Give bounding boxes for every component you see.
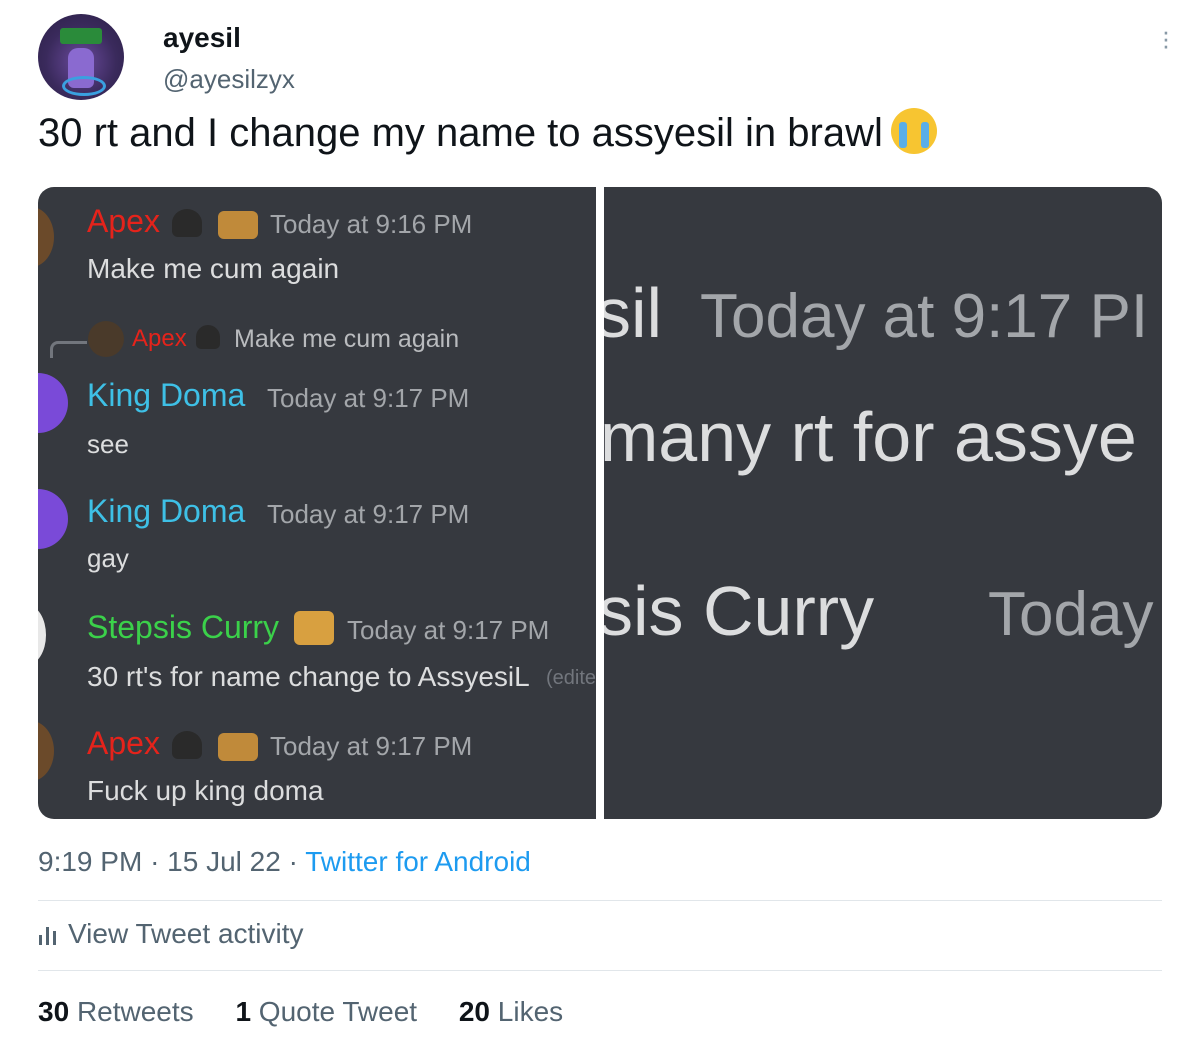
edited-marker: (edite	[546, 667, 596, 689]
tweet-text-content: 30 rt and I change my name to assyesil i…	[38, 111, 883, 155]
laughing-dog-emoji-icon	[294, 611, 334, 645]
author-name[interactable]: ayesil	[163, 22, 241, 54]
apex-avatar	[38, 721, 54, 781]
king-doma-avatar	[38, 373, 68, 433]
message-timestamp: Today at 9:17 PM	[347, 615, 550, 645]
message-username: Stepsis Curry	[87, 609, 280, 645]
message-timestamp: Today at 9:17 PM	[267, 499, 470, 529]
tweet-meta: 9:19 PM · 15 Jul 22 · Twitter for Androi…	[38, 846, 531, 877]
zoomed-username: sil	[604, 274, 663, 352]
reply-username: Apex	[132, 325, 187, 352]
zoomed-timestamp: Today	[988, 580, 1154, 649]
message-text: gay	[87, 543, 129, 573]
message-username: Apex	[87, 725, 160, 761]
zoomed-username: sis Curry	[604, 572, 875, 650]
more-options-icon[interactable]: · · ·	[1160, 18, 1172, 58]
reply-text: Make me cum again	[234, 325, 460, 353]
analytics-bars-icon	[38, 923, 58, 945]
reply-connector	[50, 341, 87, 358]
zoomed-message: many rt for assye	[604, 398, 1137, 476]
dog-emoji-icon	[218, 733, 258, 761]
discord-screenshot-right[interactable]: sil Today at 9:17 PI many rt for assye s…	[604, 187, 1162, 819]
likes-stat[interactable]: 20 Likes	[459, 996, 563, 1027]
king-doma-avatar	[38, 489, 68, 549]
stepsis-curry-avatar	[38, 605, 46, 665]
ninja-emoji-icon	[172, 209, 202, 237]
reply-avatar	[88, 321, 124, 357]
message-timestamp: Today at 9:17 PM	[267, 383, 470, 413]
avatar-badge	[60, 28, 102, 44]
dog-emoji-icon	[218, 211, 258, 239]
message-username: King Doma	[87, 377, 246, 413]
message-timestamp: Today at 9:17 PM	[270, 731, 473, 761]
tweet-date[interactable]: 15 Jul 22	[167, 846, 281, 877]
quote-tweets-stat[interactable]: 1 Quote Tweet	[235, 996, 417, 1027]
tweet-media[interactable]: Apex Today at 9:16 PM Make me cum again …	[38, 187, 1162, 819]
message-text: Fuck up king doma	[87, 775, 324, 806]
ninja-emoji-icon	[196, 325, 220, 349]
retweets-stat[interactable]: 30 Retweets	[38, 996, 194, 1027]
zoomed-timestamp: Today at 9:17 PI	[700, 282, 1149, 351]
message-text: Make me cum again	[87, 253, 340, 284]
message-text: see	[87, 429, 129, 459]
tweet-stats: 30 Retweets 1 Quote Tweet 20 Likes	[38, 996, 597, 1028]
tweet-text: 30 rt and I change my name to assyesil i…	[38, 108, 937, 157]
avatar-ring	[62, 76, 106, 96]
divider	[38, 970, 1162, 971]
ninja-emoji-icon	[172, 731, 202, 759]
divider	[38, 900, 1162, 901]
tweet-source-link[interactable]: Twitter for Android	[305, 846, 531, 877]
message-username: Apex	[87, 203, 160, 239]
message-text: 30 rt's for name change to AssyesiL	[87, 661, 530, 692]
tweet-time[interactable]: 9:19 PM	[38, 846, 142, 877]
loudly-crying-face-icon	[890, 108, 937, 154]
author-handle[interactable]: @ayesilzyx	[163, 64, 295, 95]
discord-screenshot-left[interactable]: Apex Today at 9:16 PM Make me cum again …	[38, 187, 596, 819]
message-timestamp: Today at 9:16 PM	[270, 209, 473, 239]
view-tweet-activity-button[interactable]: View Tweet activity	[38, 918, 304, 950]
profile-avatar[interactable]	[38, 14, 124, 100]
message-username: King Doma	[87, 493, 246, 529]
activity-label: View Tweet activity	[68, 918, 304, 949]
apex-avatar	[38, 207, 54, 267]
